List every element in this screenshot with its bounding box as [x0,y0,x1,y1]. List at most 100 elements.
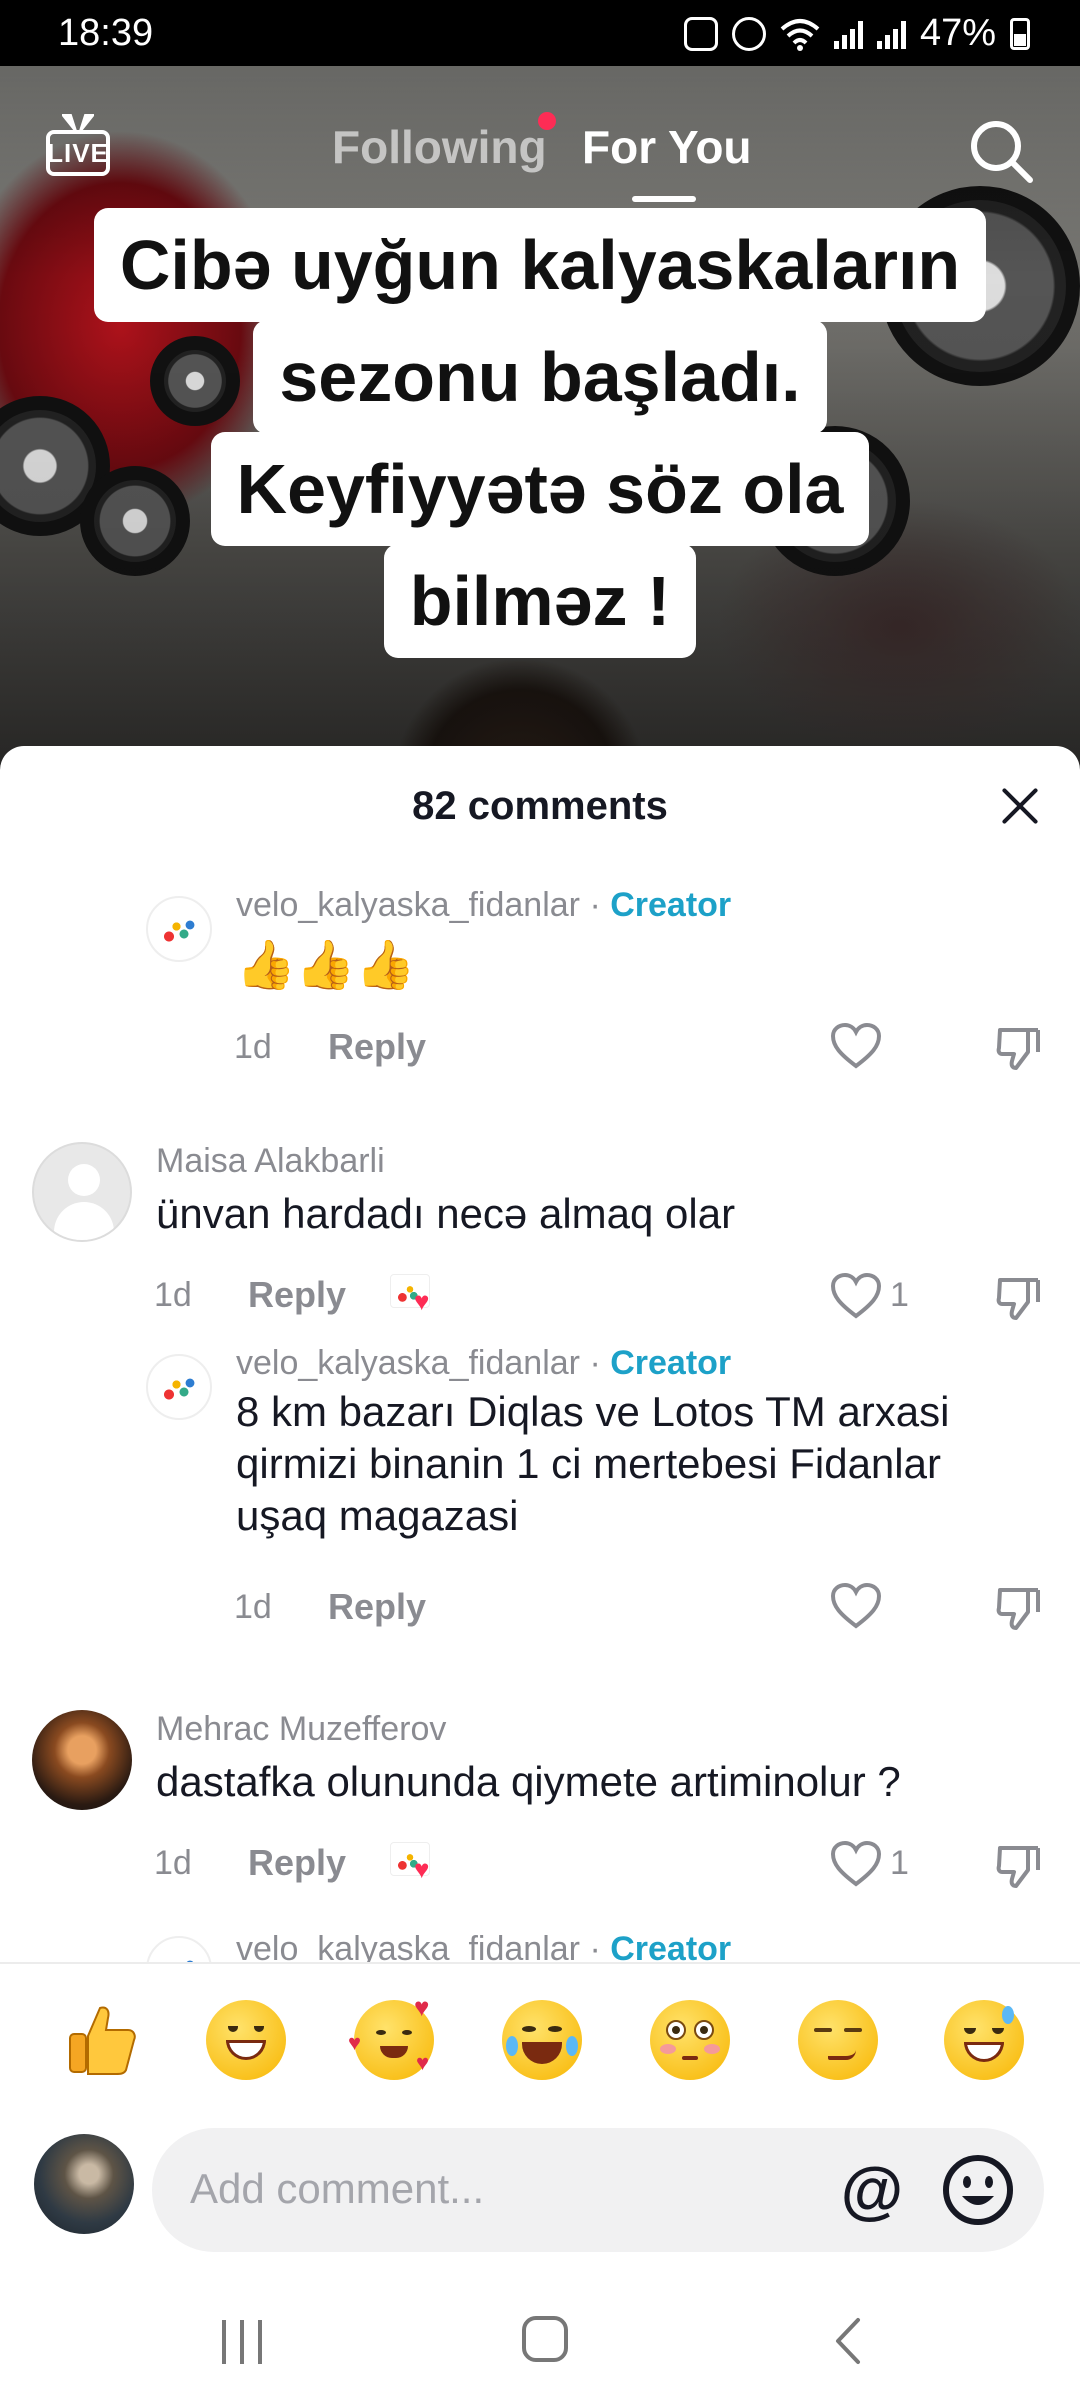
comment: Maisa Alakbarli ünvan hardadı necə almaq… [0,1142,1080,1342]
separator-dot: · [589,886,601,924]
username-text: velo_kalyaska_fidanlar [236,1344,580,1382]
comment-username[interactable]: velo_kalyaska_fidanlar · Creator [236,1344,731,1383]
tears-of-joy-emoji[interactable] [502,2000,582,2080]
creator-avatar[interactable] [146,896,212,962]
fidanlar-logo-icon [154,904,204,954]
caption-line: Cibə uyğun kalyaskaların [93,208,987,322]
comment-text: 8 km bazarı Diqlas ve Lotos TM arxasi qi… [236,1388,950,1539]
divider [0,1962,1080,1964]
creator-badge: Creator [610,886,732,924]
status-icons: 47% [683,12,1030,55]
creator-avatar[interactable] [146,1354,212,1420]
thumbs-down-icon[interactable] [994,1584,1042,1632]
comment-username[interactable]: Maisa Alakbarli [156,1142,385,1181]
battery-icon [1010,17,1030,50]
like-count: 1 [890,1276,909,1314]
comments-count-title: 82 comments [412,784,668,828]
comment-age: 1d [154,1276,192,1314]
comment-age: 1d [154,1844,192,1882]
flushed-emoji[interactable] [650,2000,730,2080]
liked-by-creator-icon: ♥ [390,1842,444,1882]
comment-input[interactable] [190,2154,750,2224]
comments-sheet: 82 comments velo_kalyaska_fidanlar · Cre… [0,746,1080,2408]
status-time: 18:39 [58,12,154,54]
notification-dot [538,112,556,130]
fidanlar-logo-icon [154,1362,204,1412]
back-icon[interactable] [828,2316,868,2366]
emoji-quick-bar: ♥ ♥ ♥ [0,1992,1080,2094]
comment-text: dastafka olununda qiymete artiminolur ? [156,1758,901,1805]
tab-for-you[interactable]: For You [582,120,752,174]
comment-username[interactable]: velo_kalyaska_fidanlar · Creator [236,886,731,925]
thumbs-up-emoji[interactable] [62,2000,142,2080]
live-label: LIVE [46,130,110,176]
reply-button[interactable]: Reply [328,1026,426,1068]
active-tab-indicator [632,196,696,202]
close-button[interactable] [1000,786,1040,826]
reply-button[interactable]: Reply [248,1274,346,1316]
heart-icon[interactable] [830,1022,882,1070]
grinning-emoji[interactable] [206,2000,286,2080]
comment-text: 👍👍👍 [236,939,416,992]
comment-reply: velo_kalyaska_fidanlar · Creator 8 km ba… [0,1344,1080,1654]
recent-apps-icon[interactable] [218,2320,268,2364]
separator-dot: · [589,1930,601,1962]
smiling-hearts-emoji[interactable]: ♥ ♥ ♥ [348,1992,434,2080]
mini-heart-icon: ♥ [414,1854,430,1884]
signal-icon [833,19,863,49]
default-avatar-body [54,1202,114,1240]
wifi-icon [780,18,820,51]
user-avatar[interactable] [32,1142,132,1242]
creator-avatar[interactable] [146,1936,212,1962]
comment: Mehrac Muzefferov dastafka olununda qiym… [0,1710,1080,1910]
user-avatar[interactable] [32,1710,132,1810]
heart-icon[interactable] [830,1582,882,1630]
caption-line: sezonu başladı. [253,320,827,434]
caption-line: Keyfiyyətə söz ola [210,432,870,546]
thumbs-down-icon[interactable] [994,1024,1042,1072]
thumbs-down-icon[interactable] [994,1842,1042,1890]
search-icon[interactable] [966,116,1036,186]
comment-username[interactable]: Mehrac Muzefferov [156,1710,446,1749]
heart-icon[interactable] [830,1840,882,1888]
reply-button[interactable]: Reply [248,1842,346,1884]
comment-text: ünvan hardadı necə almaq olar [156,1190,736,1237]
sync-icon [683,16,718,51]
top-nav: LIVE Following For You [0,66,1080,216]
caption-line: bilməz ! [383,544,697,658]
comment-age: 1d [234,1588,272,1626]
my-avatar[interactable] [34,2134,134,2234]
heart-icon[interactable] [830,1272,882,1320]
like-count: 1 [890,1844,909,1882]
creator-badge: Creator [610,1930,732,1962]
video-caption: Cibə uyğun kalyaskaların sezonu başladı.… [0,208,1080,658]
default-avatar-icon [68,1164,100,1196]
comment-username[interactable]: velo_kalyaska_fidanlar · Creator [236,1930,731,1962]
comment-input-container[interactable]: @ [152,2128,1044,2252]
comment-reply: velo_kalyaska_fidanlar · Creator [0,1926,1080,1962]
reply-button[interactable]: Reply [328,1586,426,1628]
thumbs-down-icon[interactable] [994,1274,1042,1322]
mini-heart-icon: ♥ [414,1286,430,1316]
system-nav-bar [0,2270,1080,2408]
alarm-icon [731,16,766,51]
emoji-picker-icon[interactable] [940,2152,1016,2228]
comment-composer: @ [0,2118,1080,2258]
home-icon[interactable] [522,2316,568,2362]
liked-by-creator-icon: ♥ [390,1274,444,1314]
sweat-smile-emoji[interactable] [944,2000,1024,2080]
username-text: velo_kalyaska_fidanlar [236,886,580,924]
smirking-emoji[interactable] [798,2000,878,2080]
live-button[interactable]: LIVE [44,114,114,178]
fidanlar-logo-icon [154,1944,204,1962]
separator-dot: · [589,1344,601,1382]
mention-button[interactable]: @ [832,2150,912,2230]
battery-percent: 47% [919,12,996,54]
status-bar: 18:39 47% [0,0,1080,66]
tab-following[interactable]: Following [332,120,547,174]
creator-badge: Creator [610,1344,732,1382]
signal-icon [876,19,906,49]
username-text: velo_kalyaska_fidanlar [236,1930,580,1962]
comment-age: 1d [234,1028,272,1066]
comment-reply: velo_kalyaska_fidanlar · Creator 👍👍👍 1d … [0,886,1080,1086]
